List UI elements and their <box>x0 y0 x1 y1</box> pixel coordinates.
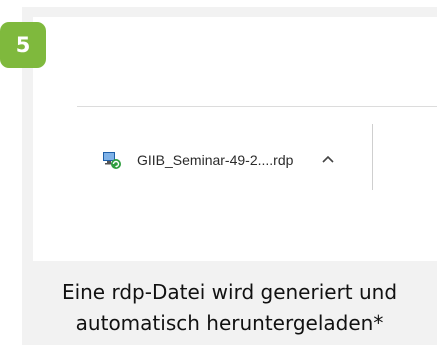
step-number-badge: 5 <box>0 22 46 68</box>
step-caption: Eine rdp-Datei wird generiert und automa… <box>22 277 437 339</box>
caption-line-1: Eine rdp-Datei wird generiert und <box>61 280 398 304</box>
download-item[interactable]: GIIB_Seminar-49-2....rdp <box>101 131 369 189</box>
download-bar-top-border <box>77 106 437 107</box>
download-file-name[interactable]: GIIB_Seminar-49-2....rdp <box>137 152 293 168</box>
download-item-separator <box>372 124 373 190</box>
remote-desktop-file-icon <box>101 149 123 171</box>
caption-line-2: automatisch heruntergeladen* <box>75 311 384 335</box>
browser-download-screenshot: GIIB_Seminar-49-2....rdp <box>33 17 437 261</box>
chevron-up-icon[interactable] <box>317 149 339 171</box>
